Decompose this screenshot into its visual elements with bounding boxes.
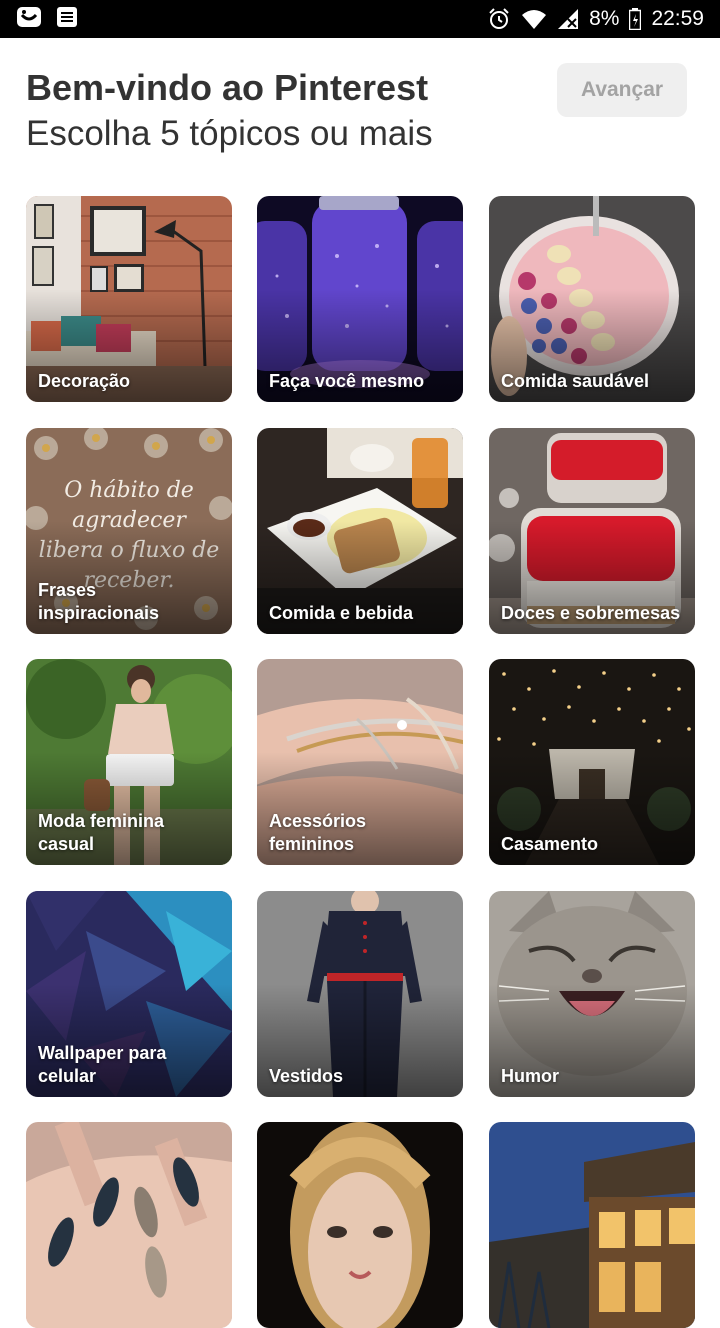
clock: 22:59 <box>651 7 704 30</box>
topic-tile-decoracao[interactable]: Decoração <box>26 196 232 402</box>
topic-label: Humor <box>501 1066 559 1086</box>
topic-label: Frases inspiracionais <box>38 580 160 623</box>
welcome-header: Bem-vindo ao Pinterest Escolha 5 tópicos… <box>26 63 694 166</box>
topic-tile-frases-inspiracionais[interactable]: O hábito de agradecer libera o fluxo de … <box>26 428 232 634</box>
topic-label: Wallpaper para celular <box>38 1043 167 1086</box>
battery-icon <box>629 8 642 30</box>
alarm-icon <box>487 7 511 31</box>
battery-percent: 8% <box>589 7 620 30</box>
topic-label: Comida e bebida <box>269 603 414 623</box>
topic-tile-moda-feminina-casual[interactable]: Moda feminina casual <box>26 659 232 865</box>
woman-portrait-image <box>257 1122 463 1328</box>
app-notification-icon <box>16 6 42 33</box>
wifi-icon <box>521 8 547 30</box>
topic-label: Doces e sobremesas <box>501 603 681 623</box>
topic-tile-portrait[interactable] <box>257 1122 463 1328</box>
topic-tile-comida-saudavel[interactable]: Comida saudável <box>489 196 695 402</box>
topic-label: Faça você mesmo <box>269 371 425 391</box>
topic-label: Moda feminina casual <box>38 811 165 854</box>
topic-tile-vestidos[interactable]: Vestidos <box>257 891 463 1097</box>
topic-tile-wallpaper-para-celular[interactable]: Wallpaper para celular <box>26 891 232 1097</box>
topic-tile-casamento[interactable]: Casamento <box>489 659 695 865</box>
topic-label: Comida saudável <box>501 371 650 391</box>
modern-house-image <box>489 1122 695 1328</box>
topic-tile-humor[interactable]: Humor <box>489 891 695 1097</box>
topic-tile-doces-e-sobremesas[interactable]: Doces e sobremesas <box>489 428 695 634</box>
topic-label: Casamento <box>501 834 599 854</box>
page-subtitle: Escolha 5 tópicos ou mais <box>26 114 433 153</box>
nail-art-image <box>26 1122 232 1328</box>
status-bar: 8% 22:59 <box>0 0 720 38</box>
document-notification-icon <box>56 6 78 33</box>
topic-label: Acessórios femininos <box>269 811 367 854</box>
next-button[interactable]: Avançar <box>557 63 687 117</box>
topic-tile-house[interactable] <box>489 1122 695 1328</box>
topic-tile-comida-e-bebida[interactable]: Comida e bebida <box>257 428 463 634</box>
topic-tile-acessorios-femininos[interactable]: Acessórios femininos <box>257 659 463 865</box>
signal-icon <box>557 8 579 30</box>
topic-tile-faca-voce-mesmo[interactable]: Faça você mesmo <box>257 196 463 402</box>
topic-label: Vestidos <box>269 1066 344 1086</box>
topic-tile-nails[interactable] <box>26 1122 232 1328</box>
topic-label: Decoração <box>38 371 131 391</box>
